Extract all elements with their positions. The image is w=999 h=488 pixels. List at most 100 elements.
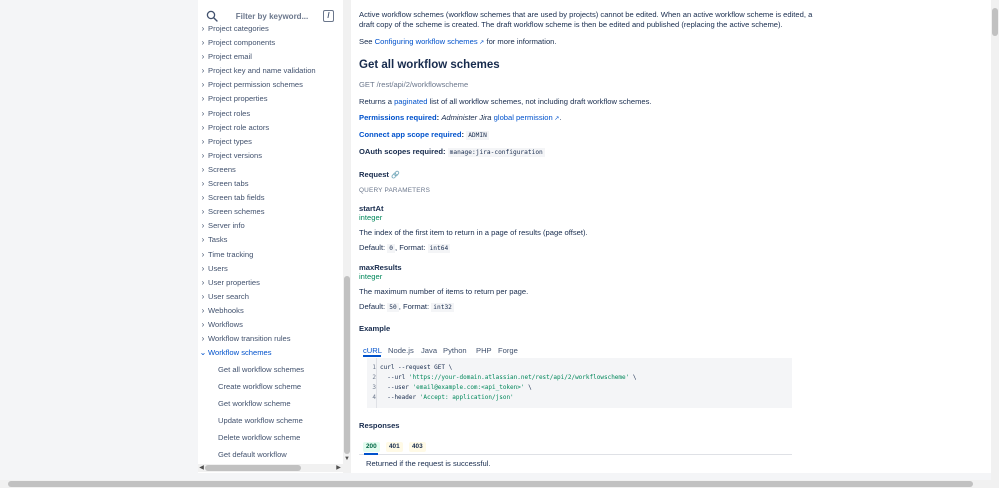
scroll-right-arrow-icon[interactable]: ▶ xyxy=(335,464,342,472)
tab-php[interactable]: PHP xyxy=(476,346,492,355)
tab-curl[interactable]: cURL xyxy=(363,346,382,355)
chevron-right-icon: › xyxy=(201,207,205,217)
sidebar-item-project-versions[interactable]: › Project versions xyxy=(198,149,343,163)
chevron-right-icon: › xyxy=(201,80,205,90)
sidebar-item-label: Project categories xyxy=(208,24,269,33)
tab-python[interactable]: Python xyxy=(443,346,467,355)
default-value: 0 xyxy=(387,244,396,253)
chevron-right-icon: › xyxy=(201,164,205,174)
sidebar-item-screen-schemes[interactable]: › Screen schemes xyxy=(198,205,343,219)
sidebar: / ›Project categories ›Project component… xyxy=(198,0,343,473)
sub-item-label: Create workflow scheme xyxy=(218,382,302,392)
code-line: --url 'https://your-domain.atlassian.net… xyxy=(380,374,637,381)
external-link-icon: ↗ xyxy=(552,116,560,122)
chevron-right-icon: › xyxy=(201,193,205,203)
sidebar-item-screen-tab-fields[interactable]: › Screen tab fields xyxy=(198,191,343,205)
sidebar-item-screens[interactable]: › Screens xyxy=(198,163,343,177)
nav-list: › Project categories › Project components … xyxy=(198,22,343,360)
param-default-line: Default: 50, Format: int32 xyxy=(359,302,454,312)
chevron-right-icon: › xyxy=(201,277,205,287)
oauth-scope-value: manage:jira-configuration xyxy=(447,148,545,157)
sidebar-item-user-search[interactable]: › User search xyxy=(198,290,343,304)
sub-item-update-workflow-scheme[interactable]: Update workflow scheme xyxy=(198,413,343,430)
tab-forge[interactable]: Forge xyxy=(498,346,518,355)
chevron-right-icon: › xyxy=(201,319,205,329)
sidebar-item-server-info[interactable]: › Server info xyxy=(198,219,343,233)
page-vertical-scroll-thumb[interactable] xyxy=(992,8,998,36)
page-horizontal-scroll-thumb[interactable] xyxy=(8,481,973,487)
connect-scope-line: Connect app scope required: ADMIN xyxy=(359,130,489,140)
sidebar-item-label: Screen tab fields xyxy=(208,193,265,203)
default-label: Default: xyxy=(359,243,386,252)
intro-text-line2: draft copy of the scheme is created. The… xyxy=(359,20,783,29)
connect-scope-label[interactable]: Connect app scope required xyxy=(359,130,462,139)
param-name: startAt xyxy=(359,204,384,213)
sub-item-get-all-workflow-schemes[interactable]: Get all workflow schemes xyxy=(198,362,343,379)
sidebar-item-label: Workflow transition rules xyxy=(208,334,291,344)
tab-nodejs[interactable]: Node.js xyxy=(388,346,414,355)
link-icon[interactable]: 🔗 xyxy=(391,172,400,179)
sidebar-item-screen-tabs[interactable]: › Screen tabs xyxy=(198,177,343,191)
configuring-workflow-schemes-link[interactable]: Configuring workflow schemes xyxy=(375,37,478,46)
sidebar-item-project-properties[interactable]: › Project properties xyxy=(198,92,343,106)
chevron-right-icon: › xyxy=(201,38,205,48)
sidebar-item-project-roles[interactable]: › Project roles xyxy=(198,107,343,121)
chevron-right-icon: › xyxy=(201,291,205,301)
sub-item-delete-workflow-scheme[interactable]: Delete workflow scheme xyxy=(198,430,343,447)
sidebar-item-project-email[interactable]: › Project email xyxy=(198,50,343,64)
sidebar-item-users[interactable]: › Users xyxy=(198,262,343,276)
sidebar-item-user-properties[interactable]: › User properties xyxy=(198,276,343,290)
sub-item-get-workflow-scheme[interactable]: Get workflow scheme xyxy=(198,396,343,413)
sidebar-item-label: Project components xyxy=(208,38,276,48)
sidebar-item-workflows[interactable]: › Workflows xyxy=(198,318,343,332)
format-value: int32 xyxy=(431,303,454,312)
paginated-link[interactable]: paginated xyxy=(394,97,427,106)
sidebar-item-project-categories[interactable]: › Project categories xyxy=(198,22,343,36)
sidebar-item-label: Project types xyxy=(208,136,252,146)
main-content: Active workflow schemes (workflow scheme… xyxy=(351,0,991,473)
code-example[interactable]: 1 2 3 4 curl --request GET \ --url 'http… xyxy=(367,358,792,408)
sidebar-horizontal-scroll-thumb[interactable] xyxy=(205,465,301,471)
sidebar-item-project-types[interactable]: › Project types xyxy=(198,135,343,149)
search-icon xyxy=(206,10,218,22)
returns-suffix: list of all workflow schemes, not includ… xyxy=(429,97,652,106)
tab-java[interactable]: Java xyxy=(421,346,437,355)
default-value: 50 xyxy=(387,303,399,312)
intro-text-line1: Active workflow schemes (workflow scheme… xyxy=(359,10,813,19)
sidebar-item-label: Tasks xyxy=(208,235,228,245)
sidebar-item-project-components[interactable]: › Project components xyxy=(198,36,343,50)
sidebar-item-workflow-schemes[interactable]: ⌄ Workflow schemes xyxy=(198,346,343,360)
sidebar-item-time-tracking[interactable]: › Time tracking xyxy=(198,248,343,262)
search-input[interactable] xyxy=(222,9,322,23)
sidebar-item-label: Project key and name validation xyxy=(208,66,316,76)
chevron-down-icon: ⌄ xyxy=(199,348,207,358)
permissions-label[interactable]: Permissions required xyxy=(359,113,437,122)
sidebar-item-webhooks[interactable]: › Webhooks xyxy=(198,304,343,318)
sidebar-item-tasks[interactable]: › Tasks xyxy=(198,233,343,247)
sub-item-get-default-workflow[interactable]: Get default workflow xyxy=(198,447,343,464)
scroll-left-arrow-icon[interactable]: ◀ xyxy=(198,464,205,472)
response-tab-403[interactable]: 403 xyxy=(409,442,426,452)
sidebar-item-project-permission-schemes[interactable]: › Project permission schemes xyxy=(198,78,343,92)
chevron-right-icon: › xyxy=(201,249,205,259)
sidebar-item-project-role-actors[interactable]: › Project role actors xyxy=(198,121,343,135)
sub-item-label: Delete workflow scheme xyxy=(218,433,301,443)
sidebar-item-label: Server info xyxy=(208,221,245,231)
sidebar-item-label: Workflow schemes xyxy=(208,348,272,358)
responses-divider xyxy=(359,454,792,455)
sidebar-vertical-scroll-thumb[interactable] xyxy=(344,276,350,454)
request-heading: Request 🔗 xyxy=(359,170,400,179)
sub-item-create-workflow-scheme[interactable]: Create workflow scheme xyxy=(198,379,343,396)
chevron-right-icon: › xyxy=(201,179,205,189)
sidebar-item-workflow-transition-rules[interactable]: › Workflow transition rules xyxy=(198,332,343,346)
request-label: Request xyxy=(359,170,389,179)
page-vertical-scrollbar[interactable] xyxy=(991,0,999,480)
sidebar-item-project-key-validation[interactable]: › Project key and name validation xyxy=(198,64,343,78)
response-tab-200[interactable]: 200 xyxy=(363,442,380,452)
global-permission-link[interactable]: global permission xyxy=(494,113,553,122)
sidebar-item-label: Project properties xyxy=(208,94,268,104)
responses-heading: Responses xyxy=(359,421,400,430)
scroll-down-arrow-icon[interactable]: ▼ xyxy=(343,455,351,463)
chevron-right-icon: › xyxy=(201,94,205,104)
response-tab-401[interactable]: 401 xyxy=(386,442,403,452)
